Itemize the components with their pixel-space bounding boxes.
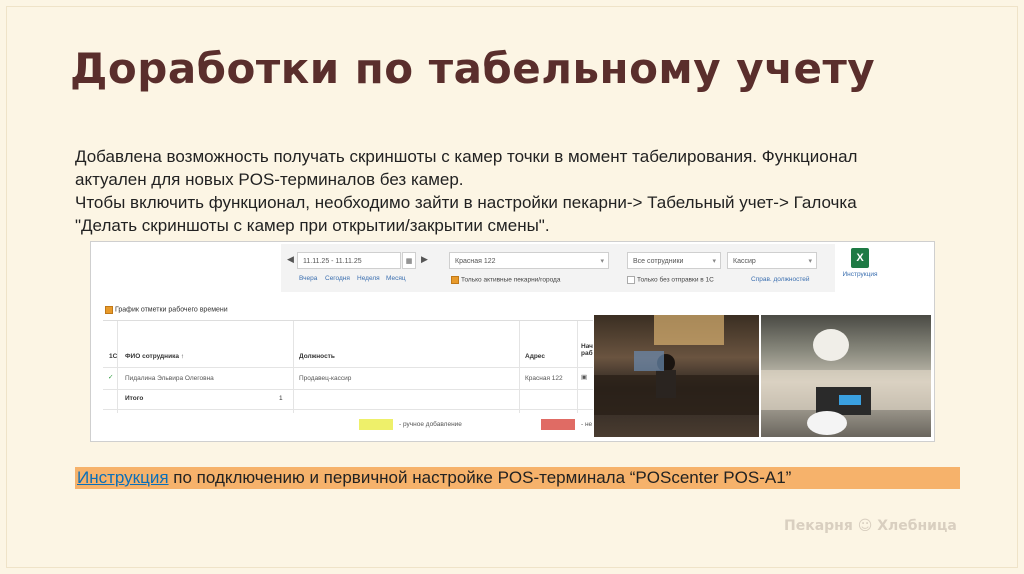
legend-swatch-other bbox=[541, 419, 575, 430]
paragraph-line: "Делать скриншоты с камер при открытии/з… bbox=[75, 216, 550, 235]
row-name: Пидалина Эльвира Олеговна bbox=[125, 375, 214, 382]
legend-other: - не bbox=[581, 421, 593, 428]
row-position: Продавец-кассир bbox=[299, 375, 352, 382]
employees-select[interactable]: Все сотрудники ▾ bbox=[627, 252, 721, 269]
excel-export-button[interactable]: X Инструкция bbox=[838, 248, 882, 278]
legend-swatch-manual bbox=[359, 419, 393, 430]
slide-title: Доработки по табельному учету bbox=[70, 44, 876, 93]
date-range-input[interactable]: 11.11.25 - 11.11.25 bbox=[297, 252, 401, 269]
quick-link-yesterday[interactable]: Вчера bbox=[299, 275, 317, 282]
no-send-checkbox[interactable]: Только без отправки в 1С bbox=[627, 276, 714, 284]
brand-logo: Пекарня ☺ Хлебница bbox=[784, 518, 957, 534]
chevron-down-icon: ▾ bbox=[808, 258, 812, 265]
chevron-down-icon: ▾ bbox=[712, 258, 716, 265]
camera-screenshot[interactable] bbox=[761, 315, 931, 437]
next-arrow-icon[interactable]: ▶ bbox=[421, 254, 428, 265]
calendar-icon[interactable]: ▦ bbox=[402, 252, 416, 269]
instruction-line: Инструкция по подключению и первичной на… bbox=[75, 467, 960, 489]
instruction-text: по подключению и первичной настройке POS… bbox=[168, 468, 792, 487]
col-1c[interactable]: 1С bbox=[109, 353, 117, 360]
role-select[interactable]: Кассир ▾ bbox=[727, 252, 817, 269]
camera-screenshot[interactable] bbox=[594, 315, 759, 437]
col-name[interactable]: ФИО сотрудника ↑ bbox=[125, 353, 184, 360]
check-icon: ✓ bbox=[108, 374, 114, 381]
col-address[interactable]: Адрес bbox=[525, 353, 545, 360]
legend-manual: - ручное добавление bbox=[399, 421, 462, 428]
total-count: 1 bbox=[279, 395, 283, 402]
positions-link[interactable]: Справ. должностей bbox=[751, 276, 810, 283]
col-position[interactable]: Должность bbox=[299, 353, 335, 360]
store-select[interactable]: Красная 122 ▾ bbox=[449, 252, 609, 269]
image-icon[interactable]: ▣ bbox=[581, 373, 587, 381]
instruction-link[interactable]: Инструкция bbox=[77, 468, 169, 487]
chevron-down-icon: ▾ bbox=[600, 258, 604, 265]
row-address: Красная 122 bbox=[525, 375, 563, 382]
paragraph-line: актуален для новых POS-терминалов без ка… bbox=[75, 170, 464, 189]
total-label: Итого bbox=[125, 395, 144, 402]
quick-link-today[interactable]: Сегодня bbox=[325, 275, 350, 282]
prev-arrow-icon[interactable]: ◀ bbox=[287, 254, 294, 265]
excel-icon: X bbox=[851, 248, 869, 268]
timesheet-table: 1С ФИО сотрудника ↑ Должность Адрес Нача… bbox=[103, 320, 593, 413]
work-schedule-checkbox[interactable]: График отметки рабочего времени bbox=[105, 306, 228, 314]
embedded-screenshot: ◀ 11.11.25 - 11.11.25 ▦ ▶ Вчера Сегодня … bbox=[90, 241, 935, 442]
col-start[interactable]: Нача раб bbox=[581, 343, 593, 357]
only-active-checkbox[interactable]: Только активные пекарни/города bbox=[451, 276, 560, 284]
filter-toolbar: ◀ 11.11.25 - 11.11.25 ▦ ▶ Вчера Сегодня … bbox=[281, 244, 835, 292]
quick-link-week[interactable]: Неделя bbox=[357, 275, 380, 282]
paragraph-line: Чтобы включить функционал, необходимо за… bbox=[75, 193, 857, 212]
paragraph-line: Добавлена возможность получать скриншоты… bbox=[75, 147, 858, 166]
slide-paragraph: Добавлена возможность получать скриншоты… bbox=[75, 145, 995, 237]
quick-link-month[interactable]: Месяц bbox=[386, 275, 406, 282]
